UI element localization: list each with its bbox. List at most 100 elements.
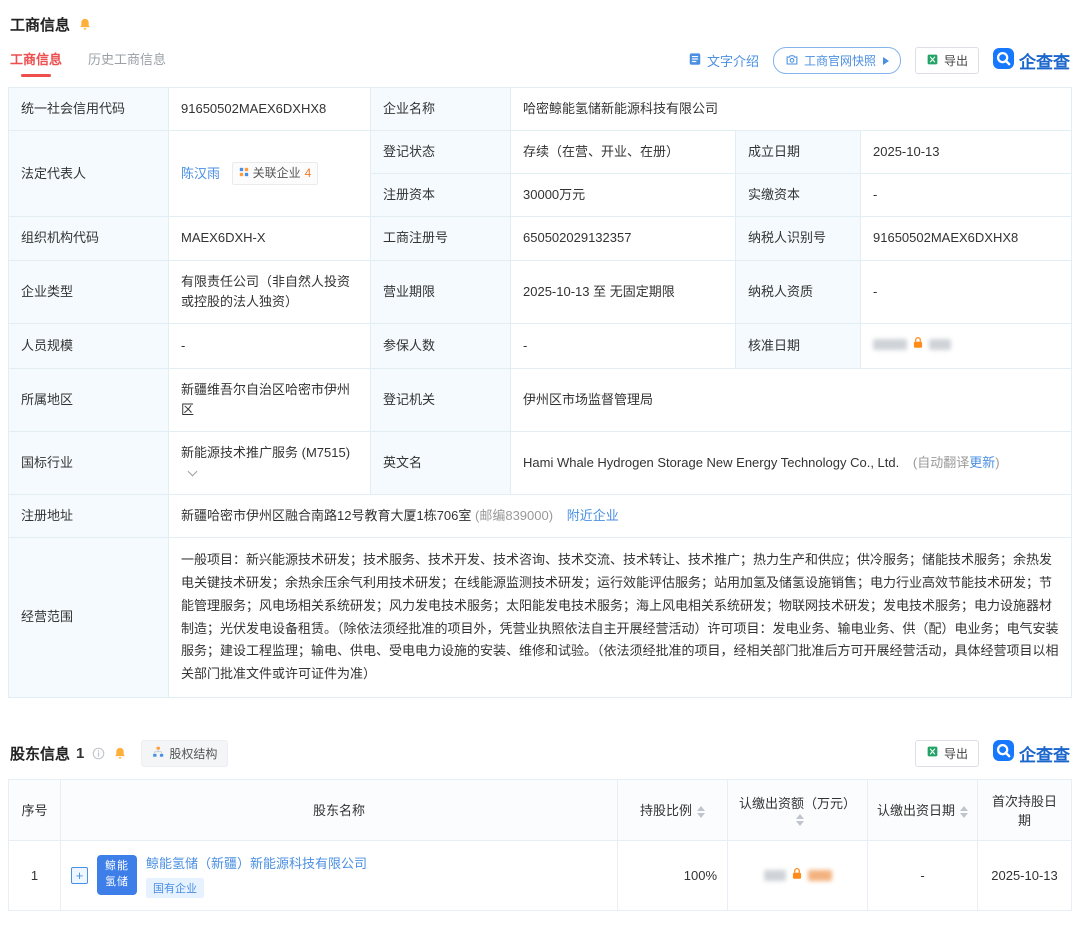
header-date: 认缴出资日期 xyxy=(868,779,978,840)
document-icon xyxy=(688,52,702,69)
shareholders-table: 序号 股东名称 持股比例 认缴出资额（万元） 认缴出资日期 首次持股日期 1 + xyxy=(8,779,1072,911)
chevron-down-icon[interactable] xyxy=(188,467,198,477)
sort-date-icon[interactable] xyxy=(960,806,968,818)
row-company-type: 企业类型 有限责任公司（非自然人投资或控股的法人独资） 营业期限 2025-10… xyxy=(9,260,1072,323)
label-industry: 国标行业 xyxy=(9,431,169,494)
business-registration-page: 工商信息 工商信息 历史工商信息 文字介绍 工商官网快照 xyxy=(0,0,1080,929)
legal-rep-link[interactable]: 陈汉雨 xyxy=(181,166,220,181)
label-insured: 参保人数 xyxy=(371,323,511,368)
vip-locked-approval-date[interactable] xyxy=(873,335,951,355)
address-text: 新疆哈密市伊州区融合南路12号教育大厦1栋706室 xyxy=(181,508,471,523)
header-ratio: 持股比例 xyxy=(618,779,728,840)
label-reg-capital: 注册资本 xyxy=(371,174,511,217)
export-label: 导出 xyxy=(944,52,968,69)
label-paid-capital: 实缴资本 xyxy=(736,174,861,217)
label-legal-rep: 法定代表人 xyxy=(9,131,169,217)
row-industry: 国标行业 新能源技术推广服务 (M7515) 英文名 Hami Whale Hy… xyxy=(9,431,1072,494)
value-industry: 新能源技术推广服务 (M7515) xyxy=(169,431,371,494)
excel-export-icon xyxy=(926,745,939,761)
label-company-type: 企业类型 xyxy=(9,260,169,323)
shareholder-name-link[interactable]: 鲸能氢储（新疆）新能源科技有限公司 xyxy=(146,853,367,872)
value-credit-code: 91650502MAEX6DXHX8 xyxy=(169,88,371,131)
lock-icon xyxy=(912,335,924,355)
excel-export-icon xyxy=(926,53,939,69)
value-address: 新疆哈密市伊州区融合南路12号教育大厦1栋706室 (邮编839000) 附近企… xyxy=(169,495,1072,538)
value-reg-no: 650502029132357 xyxy=(511,217,736,260)
row-credit-code: 统一社会信用代码 91650502MAEX6DXHX8 企业名称 哈密鲸能氢储新… xyxy=(9,88,1072,131)
text-intro-button[interactable]: 文字介绍 xyxy=(688,51,759,70)
shareholder-name-cell: + 鲸能 氢储 鲸能氢储（新疆）新能源科技有限公司 国有企业 xyxy=(61,840,618,910)
row-staff: 人员规模 - 参保人数 - 核准日期 xyxy=(9,323,1072,368)
expand-button[interactable]: + xyxy=(71,867,88,884)
english-name-text: Hami Whale Hydrogen Storage New Energy T… xyxy=(523,455,899,470)
tab-history-business-info[interactable]: 历史工商信息 xyxy=(88,47,166,77)
value-business-term: 2025-10-13 至 无固定期限 xyxy=(511,260,736,323)
shareholder-index: 1 xyxy=(9,840,61,910)
business-info-section: 工商信息 工商信息 历史工商信息 文字介绍 工商官网快照 xyxy=(8,12,1072,698)
row-legal-rep: 法定代表人 陈汉雨 关联企业 4 登记状态 存续（在营、开业、在册） 成立日期 … xyxy=(9,131,1072,174)
label-company-name: 企业名称 xyxy=(371,88,511,131)
qichacha-logo-icon xyxy=(993,740,1014,766)
shareholder-meta: 鲸能氢储（新疆）新能源科技有限公司 国有企业 xyxy=(146,853,367,898)
value-company-name: 哈密鲸能氢储新能源科技有限公司 xyxy=(511,88,1072,131)
value-paid-capital: - xyxy=(861,174,1072,217)
qichacha-logo[interactable]: 企查查 xyxy=(993,48,1070,74)
shareholder-ratio: 100% xyxy=(618,840,728,910)
label-business-term: 营业期限 xyxy=(371,260,511,323)
info-icon[interactable] xyxy=(92,747,105,760)
label-business-scope: 经营范围 xyxy=(9,538,169,698)
sort-ratio-icon[interactable] xyxy=(697,806,705,818)
shareholders-title: 股东信息 xyxy=(10,743,70,764)
value-legal-rep: 陈汉雨 关联企业 4 xyxy=(169,131,371,217)
address-postcode: (邮编839000) xyxy=(475,508,553,523)
official-snapshot-button[interactable]: 工商官网快照 xyxy=(773,47,901,74)
shareholders-header-row: 序号 股东名称 持股比例 认缴出资额（万元） 认缴出资日期 首次持股日期 xyxy=(9,779,1072,840)
related-companies-label: 关联企业 xyxy=(253,164,301,183)
label-credit-code: 统一社会信用代码 xyxy=(9,88,169,131)
play-icon xyxy=(883,57,889,65)
value-staff-size: - xyxy=(169,323,371,368)
shareholders-section: 股东信息 1 股权结构 导出 xyxy=(8,740,1072,911)
logo-line2: 氢储 xyxy=(105,875,129,891)
export-button[interactable]: 导出 xyxy=(915,740,979,767)
header-index: 序号 xyxy=(9,779,61,840)
label-est-date: 成立日期 xyxy=(736,131,861,174)
business-info-table: 统一社会信用代码 91650502MAEX6DXHX8 企业名称 哈密鲸能氢储新… xyxy=(8,87,1072,698)
shareholder-logo: 鲸能 氢储 xyxy=(97,855,137,895)
qichacha-logo-icon xyxy=(993,48,1014,74)
notification-bell-icon[interactable] xyxy=(78,17,92,32)
shareholder-date: - xyxy=(868,840,978,910)
tab-business-info[interactable]: 工商信息 xyxy=(10,47,62,77)
lock-icon xyxy=(791,867,803,883)
logo-line1: 鲸能 xyxy=(105,859,129,875)
notification-bell-icon[interactable] xyxy=(113,746,127,761)
shareholder-amount xyxy=(728,840,868,910)
row-org-code: 组织机构代码 MAEX6DXH-X 工商注册号 650502029132357 … xyxy=(9,217,1072,260)
value-english-name: Hami Whale Hydrogen Storage New Energy T… xyxy=(511,431,1072,494)
nearby-companies-link[interactable]: 附近企业 xyxy=(567,508,619,523)
translate-update-link[interactable]: 更新 xyxy=(969,455,995,470)
value-insured: - xyxy=(511,323,736,368)
blurred-text xyxy=(929,339,951,350)
text-intro-label: 文字介绍 xyxy=(707,51,759,70)
shareholders-title-group: 股东信息 1 股权结构 xyxy=(10,740,228,767)
value-reg-capital: 30000万元 xyxy=(511,174,736,217)
qichacha-logo[interactable]: 企查查 xyxy=(993,740,1070,766)
export-button[interactable]: 导出 xyxy=(915,47,979,74)
value-authority: 伊州区市场监督管理局 xyxy=(511,368,1072,431)
vip-locked-amount[interactable] xyxy=(764,867,832,883)
blurred-text xyxy=(808,870,832,881)
label-english-name: 英文名 xyxy=(371,431,511,494)
export-label: 导出 xyxy=(944,745,968,762)
equity-structure-button[interactable]: 股权结构 xyxy=(141,740,228,767)
sort-amount-icon[interactable] xyxy=(796,814,804,826)
shareholder-row: 1 + 鲸能 氢储 鲸能氢储（新疆）新能源科技有限公司 国有企业 xyxy=(9,840,1072,910)
label-staff-size: 人员规模 xyxy=(9,323,169,368)
related-companies-chip[interactable]: 关联企业 4 xyxy=(232,162,319,185)
section1-title: 工商信息 xyxy=(10,14,70,35)
label-reg-status: 登记状态 xyxy=(371,131,511,174)
blurred-text xyxy=(873,339,907,350)
value-approval-date xyxy=(861,323,1072,368)
value-region: 新疆维吾尔自治区哈密市伊州区 xyxy=(169,368,371,431)
row-address: 注册地址 新疆哈密市伊州区融合南路12号教育大厦1栋706室 (邮编839000… xyxy=(9,495,1072,538)
